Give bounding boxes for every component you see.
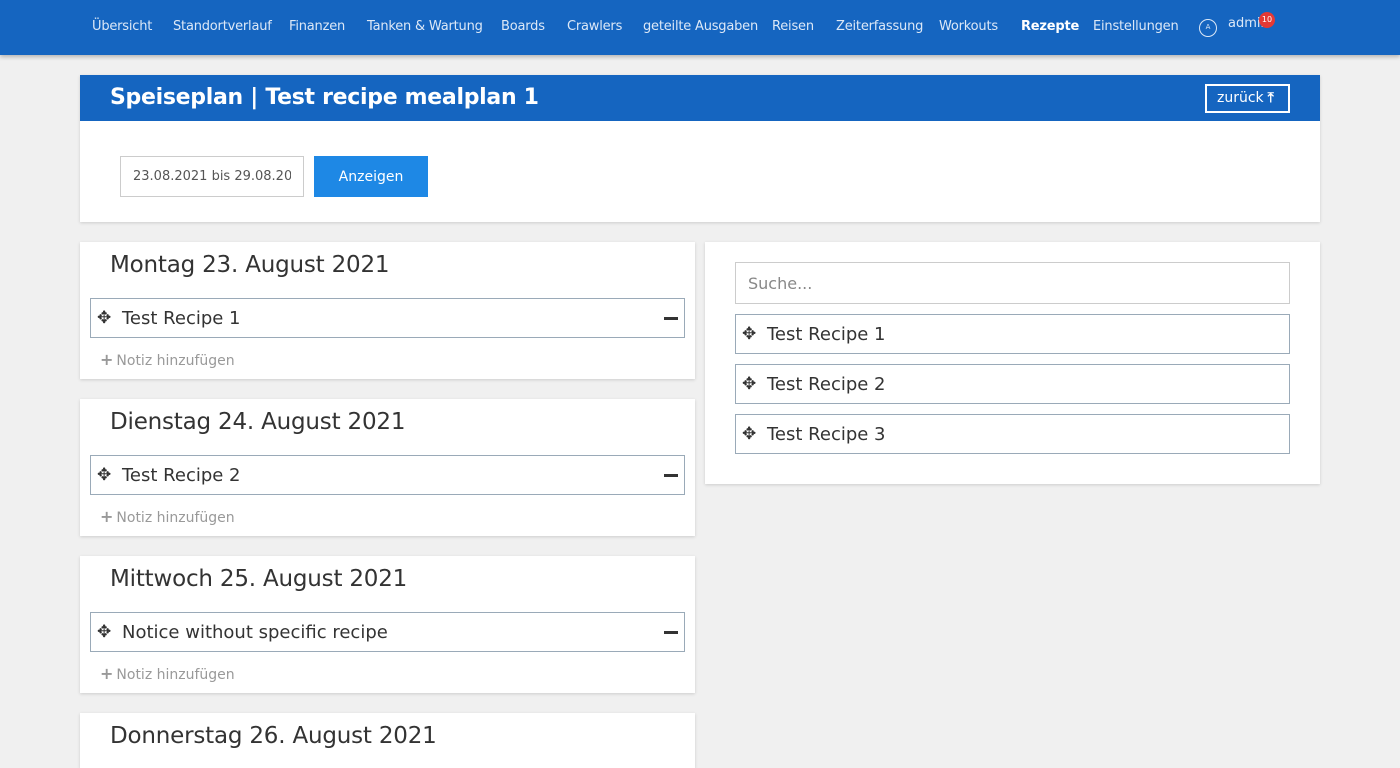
meal-entry[interactable]: ✥ Test Recipe 2 — [90, 455, 685, 495]
day-title: Dienstag 24. August 2021 — [110, 409, 406, 435]
move-icon[interactable]: ✥ — [742, 424, 756, 444]
recipe-pool-item[interactable]: ✥ Test Recipe 1 — [735, 314, 1290, 354]
add-note-label: Notiz hinzufügen — [116, 667, 235, 683]
day-card-monday: Montag 23. August 2021 ✥ Test Recipe 1 +… — [80, 242, 695, 379]
recipe-search-input[interactable] — [735, 262, 1290, 304]
nav-item-finanzen[interactable]: Finanzen — [289, 19, 345, 34]
nav-item-boards[interactable]: Boards — [501, 19, 545, 34]
move-icon[interactable]: ✥ — [742, 374, 756, 394]
plus-icon: + — [100, 664, 114, 683]
move-icon[interactable]: ✥ — [97, 465, 111, 485]
date-range-input[interactable] — [120, 156, 304, 197]
add-note-label: Notiz hinzufügen — [116, 510, 235, 526]
nav-item-einstellungen[interactable]: Einstellungen — [1093, 19, 1179, 34]
page-title: Speiseplan | Test recipe mealplan 1 — [110, 85, 539, 110]
minus-icon[interactable] — [664, 631, 678, 634]
recipe-pool-panel: ✥ Test Recipe 1 ✥ Test Recipe 2 ✥ Test R… — [705, 242, 1320, 484]
day-title: Mittwoch 25. August 2021 — [110, 566, 408, 592]
meal-entry-name: Test Recipe 1 — [122, 308, 241, 329]
nav-item-uebersicht[interactable]: Übersicht — [92, 19, 152, 34]
arrow-up-icon: ⤒ — [1267, 90, 1274, 106]
recipe-pool-item-name: Test Recipe 1 — [767, 324, 886, 345]
day-card-tuesday: Dienstag 24. August 2021 ✥ Test Recipe 2… — [80, 399, 695, 536]
recipe-pool-item-name: Test Recipe 2 — [767, 374, 886, 395]
day-title: Montag 23. August 2021 — [110, 252, 390, 278]
add-note-link[interactable]: + Notiz hinzufügen — [100, 664, 235, 683]
recipe-pool-item-name: Test Recipe 3 — [767, 424, 886, 445]
minus-icon[interactable] — [664, 474, 678, 477]
meal-entry-name: Notice without specific recipe — [122, 622, 388, 643]
nav-item-geteilte-ausgaben[interactable]: geteilte Ausgaben — [643, 19, 758, 34]
move-icon[interactable]: ✥ — [97, 308, 111, 328]
add-note-label: Notiz hinzufügen — [116, 353, 235, 369]
nav-item-reisen[interactable]: Reisen — [772, 19, 814, 34]
plus-icon: + — [100, 507, 114, 526]
nav-item-standortverlauf[interactable]: Standortverlauf — [173, 19, 272, 34]
nav-item-rezepte[interactable]: Rezepte — [1021, 19, 1079, 34]
back-button[interactable]: zurück ⤒ — [1205, 84, 1290, 113]
header-bar: Speiseplan | Test recipe mealplan 1 zurü… — [80, 75, 1320, 121]
mealplan-header-panel: Speiseplan | Test recipe mealplan 1 zurü… — [80, 75, 1320, 222]
top-navbar: Übersicht Standortverlauf Finanzen Tanke… — [0, 0, 1400, 55]
move-icon[interactable]: ✥ — [742, 324, 756, 344]
nav-item-workouts[interactable]: Workouts — [939, 19, 998, 34]
add-note-link[interactable]: + Notiz hinzufügen — [100, 350, 235, 369]
show-button[interactable]: Anzeigen — [314, 156, 428, 197]
add-note-link[interactable]: + Notiz hinzufügen — [100, 507, 235, 526]
nav-item-zeiterfassung[interactable]: Zeiterfassung — [836, 19, 923, 34]
nav-item-tanken-wartung[interactable]: Tanken & Wartung — [367, 19, 483, 34]
meal-entry-name: Test Recipe 2 — [122, 465, 241, 486]
day-card-thursday: Donnerstag 26. August 2021 — [80, 713, 695, 768]
minus-icon[interactable] — [664, 317, 678, 320]
back-button-label: zurück — [1217, 90, 1264, 106]
recipe-pool-item[interactable]: ✥ Test Recipe 2 — [735, 364, 1290, 404]
notification-badge[interactable]: 10 — [1259, 12, 1275, 28]
nav-item-crawlers[interactable]: Crawlers — [567, 19, 622, 34]
recipe-pool-item[interactable]: ✥ Test Recipe 3 — [735, 414, 1290, 454]
day-card-wednesday: Mittwoch 25. August 2021 ✥ Notice withou… — [80, 556, 695, 693]
meal-entry[interactable]: ✥ Test Recipe 1 — [90, 298, 685, 338]
move-icon[interactable]: ✥ — [97, 622, 111, 642]
day-title: Donnerstag 26. August 2021 — [110, 723, 437, 749]
plus-icon: + — [100, 350, 114, 369]
user-avatar-icon[interactable]: A — [1199, 19, 1217, 37]
meal-entry[interactable]: ✥ Notice without specific recipe — [90, 612, 685, 652]
